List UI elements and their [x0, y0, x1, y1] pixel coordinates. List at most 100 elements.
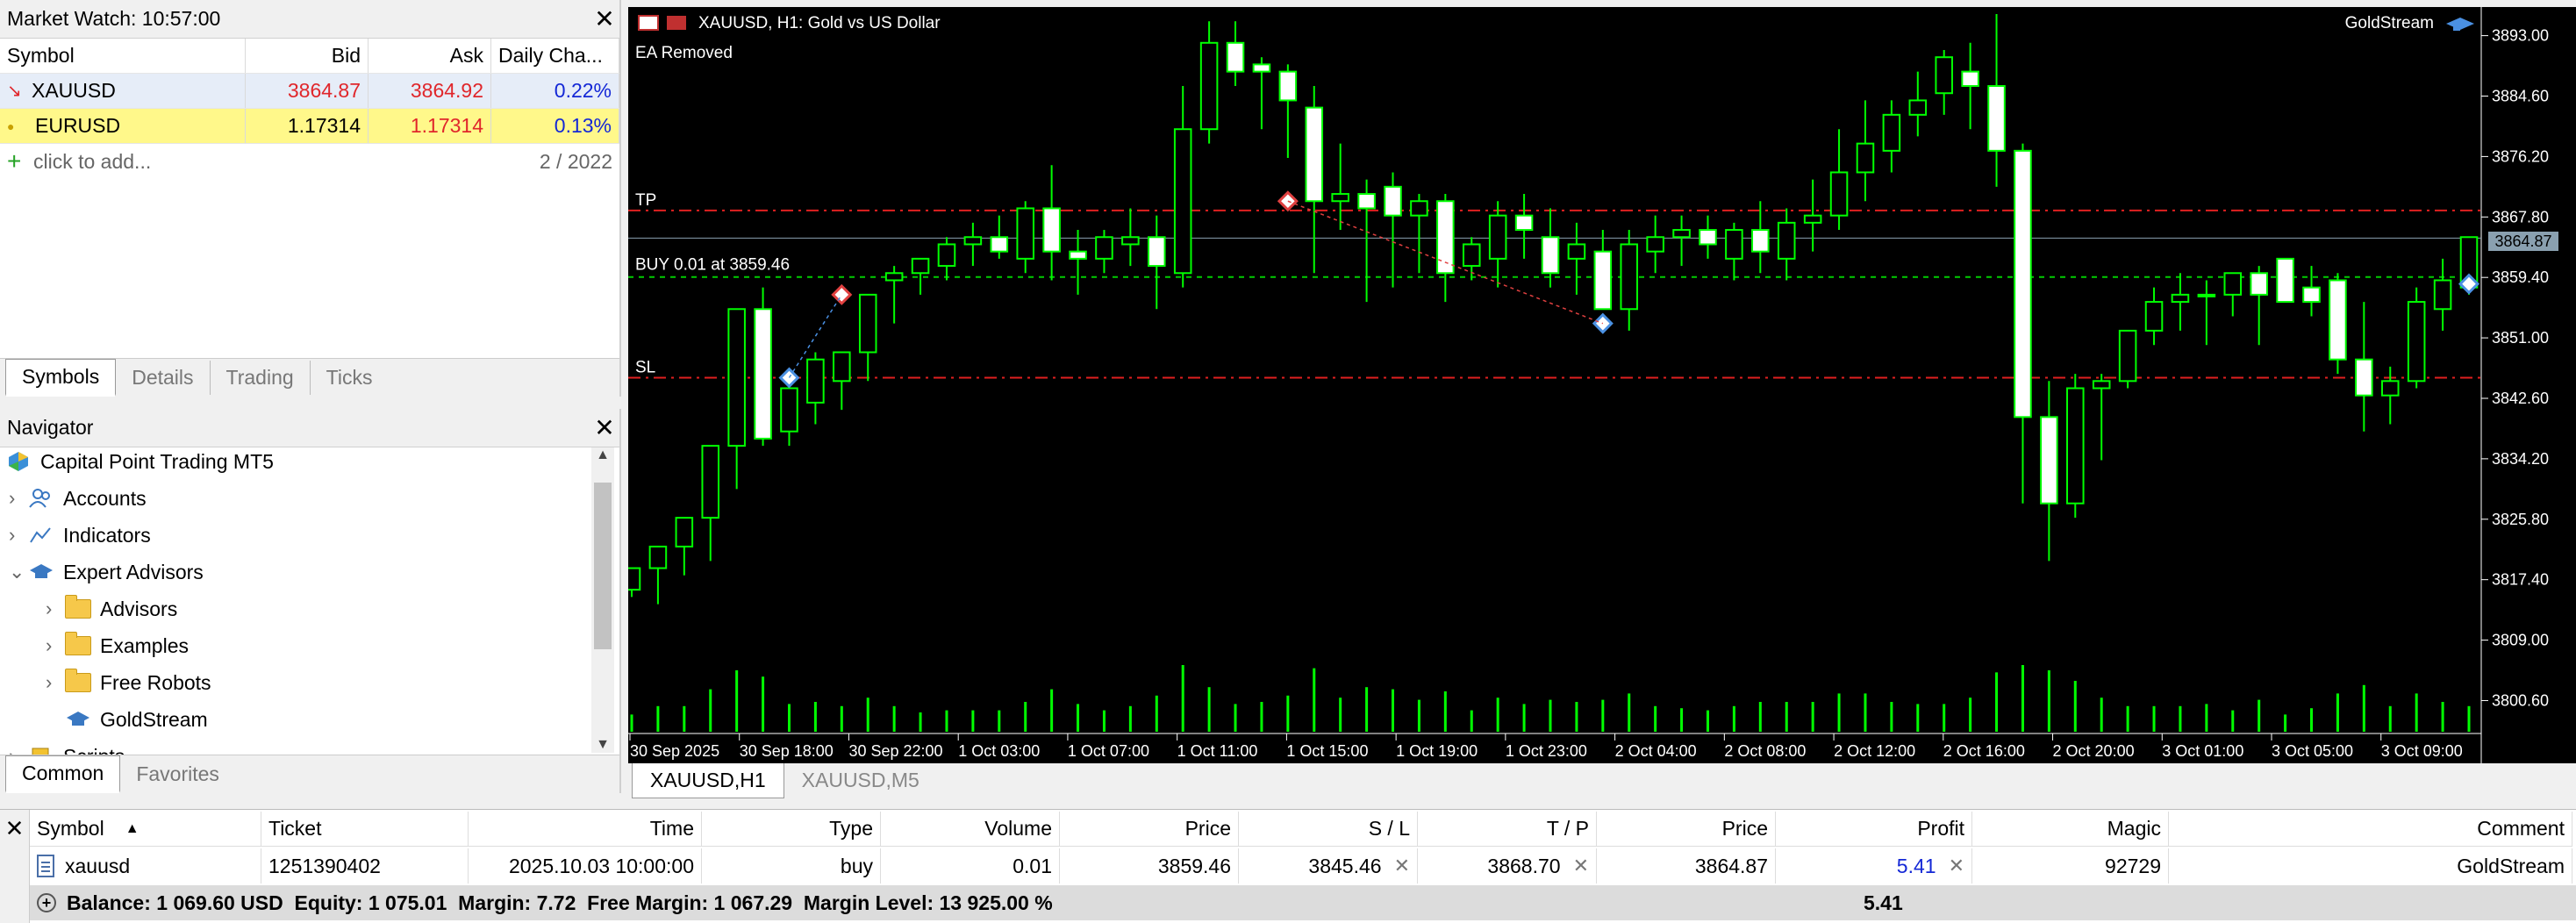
column-symbol[interactable]: Symbol [0, 39, 246, 73]
column-daily-change[interactable]: Daily Cha... [491, 39, 619, 73]
scroll-down-icon[interactable]: ▼ [591, 737, 614, 753]
nav-label: Expert Advisors [63, 560, 204, 583]
x-tick-label: 2 Oct 04:00 [1615, 742, 1697, 760]
candle-body [1199, 41, 1219, 131]
candle [1016, 201, 1034, 274]
candle [1488, 201, 1507, 288]
column-comment[interactable]: Comment [2169, 812, 2572, 847]
candle-body [780, 387, 798, 433]
candle-body [1672, 229, 1691, 239]
close-position-icon[interactable]: ✕ [1949, 855, 1964, 877]
tab-trading[interactable]: Trading [211, 361, 311, 395]
plus-icon: + [7, 147, 22, 175]
column-bid[interactable]: Bid [246, 39, 369, 73]
remove-sl-icon[interactable]: ✕ [1394, 855, 1410, 877]
candle [1567, 222, 1586, 295]
candle-body [833, 351, 851, 383]
nav-item-examples[interactable]: › Examples [46, 628, 189, 663]
chevron-right-icon[interactable]: › [46, 671, 65, 694]
column-ticket[interactable]: Ticket [261, 812, 469, 847]
add-symbol-label: click to add... [33, 149, 152, 173]
candle [1935, 50, 1953, 115]
candle [1252, 57, 1271, 130]
candle [1672, 215, 1691, 267]
column-profit[interactable]: Profit [1776, 812, 1972, 847]
total-profit: 5.41 [1864, 891, 1903, 914]
market-watch-tabs: Symbols Details Trading Ticks [0, 358, 619, 397]
close-icon[interactable]: ✕ [590, 6, 619, 32]
nav-item-indicators[interactable]: › Indicators [9, 518, 151, 553]
chart-menu-icon[interactable] [638, 15, 659, 31]
chevron-right-icon[interactable]: › [9, 487, 28, 510]
x-tick-label: 1 Oct 11:00 [1177, 742, 1258, 760]
candle-body [2066, 387, 2085, 504]
candle-body [1252, 63, 1271, 73]
chevron-right-icon[interactable]: › [9, 524, 28, 547]
y-tick-label: 3817.40 [2492, 571, 2549, 589]
column-ask[interactable]: Ask [369, 39, 491, 73]
x-tick-label: 30 Sep 18:00 [740, 742, 834, 760]
nav-item-free-robots[interactable]: › Free Robots [46, 665, 211, 700]
position-sl: 3845.46 [1308, 854, 1382, 877]
column-symbol[interactable]: Symbol ▲ [30, 812, 261, 847]
close-icon[interactable]: ✕ [590, 415, 619, 440]
candle [1384, 172, 1402, 288]
add-symbol-row[interactable]: + click to add... 2 / 2022 [0, 144, 619, 179]
column-price-open[interactable]: Price [1060, 812, 1239, 847]
graduation-cap-icon [2446, 18, 2474, 31]
chart-type-icon[interactable] [667, 16, 686, 30]
candle [1305, 86, 1324, 274]
candle-body [1016, 207, 1034, 260]
candle-body [2250, 272, 2268, 296]
scroll-up-icon[interactable]: ▲ [591, 447, 614, 463]
column-type[interactable]: Type [702, 812, 881, 847]
close-icon[interactable]: ✕ [0, 810, 30, 923]
position-time: 2025.10.03 10:00:00 [469, 848, 702, 884]
candle [1042, 165, 1061, 281]
chevron-down-icon[interactable]: ⌄ [9, 561, 28, 583]
nav-item-advisors[interactable]: › Advisors [46, 591, 177, 626]
accounts-icon [28, 487, 54, 510]
remove-tp-icon[interactable]: ✕ [1573, 855, 1589, 877]
scrollbar-thumb[interactable] [594, 483, 612, 649]
candle-body [675, 517, 694, 547]
tab-details[interactable]: Details [116, 361, 211, 395]
candle-body [1908, 99, 1928, 116]
column-time[interactable]: Time [469, 812, 702, 847]
plus-circle-icon[interactable]: + [37, 893, 56, 912]
column-magic[interactable]: Magic [1972, 812, 2169, 847]
candle [1646, 215, 1664, 274]
tab-ticks[interactable]: Ticks [311, 361, 389, 395]
candle-body [2302, 286, 2321, 304]
nav-item-broker[interactable]: Capital Point Trading MT5 [5, 444, 274, 479]
sort-up-icon: ▲ [125, 820, 140, 836]
chevron-right-icon[interactable]: › [46, 634, 65, 657]
column-sl[interactable]: S / L [1239, 812, 1418, 847]
chevron-right-icon[interactable]: › [46, 597, 65, 620]
y-tick-label: 3825.80 [2492, 511, 2549, 528]
candle-body [1278, 70, 1298, 102]
symbol-row[interactable]: ↘ XAUUSD 3864.87 3864.92 0.22% [0, 74, 619, 109]
navigator-tabs: Common Favorites [0, 755, 619, 793]
column-price-current[interactable]: Price [1597, 812, 1776, 847]
tab-chart-xauusd-h1[interactable]: XAUUSD,H1 [632, 763, 784, 798]
tab-chart-xauusd-m5[interactable]: XAUUSD,M5 [784, 763, 937, 798]
price-chart[interactable]: 3893.00 3884.60 3876.20 3867.80 3859.40 3851.… [628, 7, 2576, 763]
nav-item-goldstream[interactable]: GoldStream [65, 702, 208, 737]
column-tp[interactable]: T / P [1418, 812, 1597, 847]
symbol-row[interactable]: ● EURUSD 1.17314 1.17314 0.13% [0, 109, 619, 144]
tab-favorites[interactable]: Favorites [120, 757, 235, 791]
nav-item-accounts[interactable]: › Accounts [9, 481, 147, 516]
symbol-name: XAUUSD [32, 79, 116, 102]
tab-common[interactable]: Common [5, 755, 121, 793]
position-row[interactable]: xauusd 1251390402 2025.10.03 10:00:00 bu… [30, 848, 2572, 884]
candle-body [2380, 380, 2400, 397]
navigator-scrollbar[interactable]: ▲ ▼ [591, 447, 614, 753]
position-open-price: 3859.46 [1060, 848, 1239, 884]
tab-symbols[interactable]: Symbols [5, 359, 117, 397]
position-volume: 0.01 [881, 848, 1060, 884]
candle-body [884, 272, 904, 282]
nav-item-expert-advisors[interactable]: ⌄ Expert Advisors [9, 555, 204, 590]
chart-canvas[interactable]: 3893.00 3884.60 3876.20 3867.80 3859.40 3851.… [628, 7, 2576, 763]
column-volume[interactable]: Volume [881, 812, 1060, 847]
